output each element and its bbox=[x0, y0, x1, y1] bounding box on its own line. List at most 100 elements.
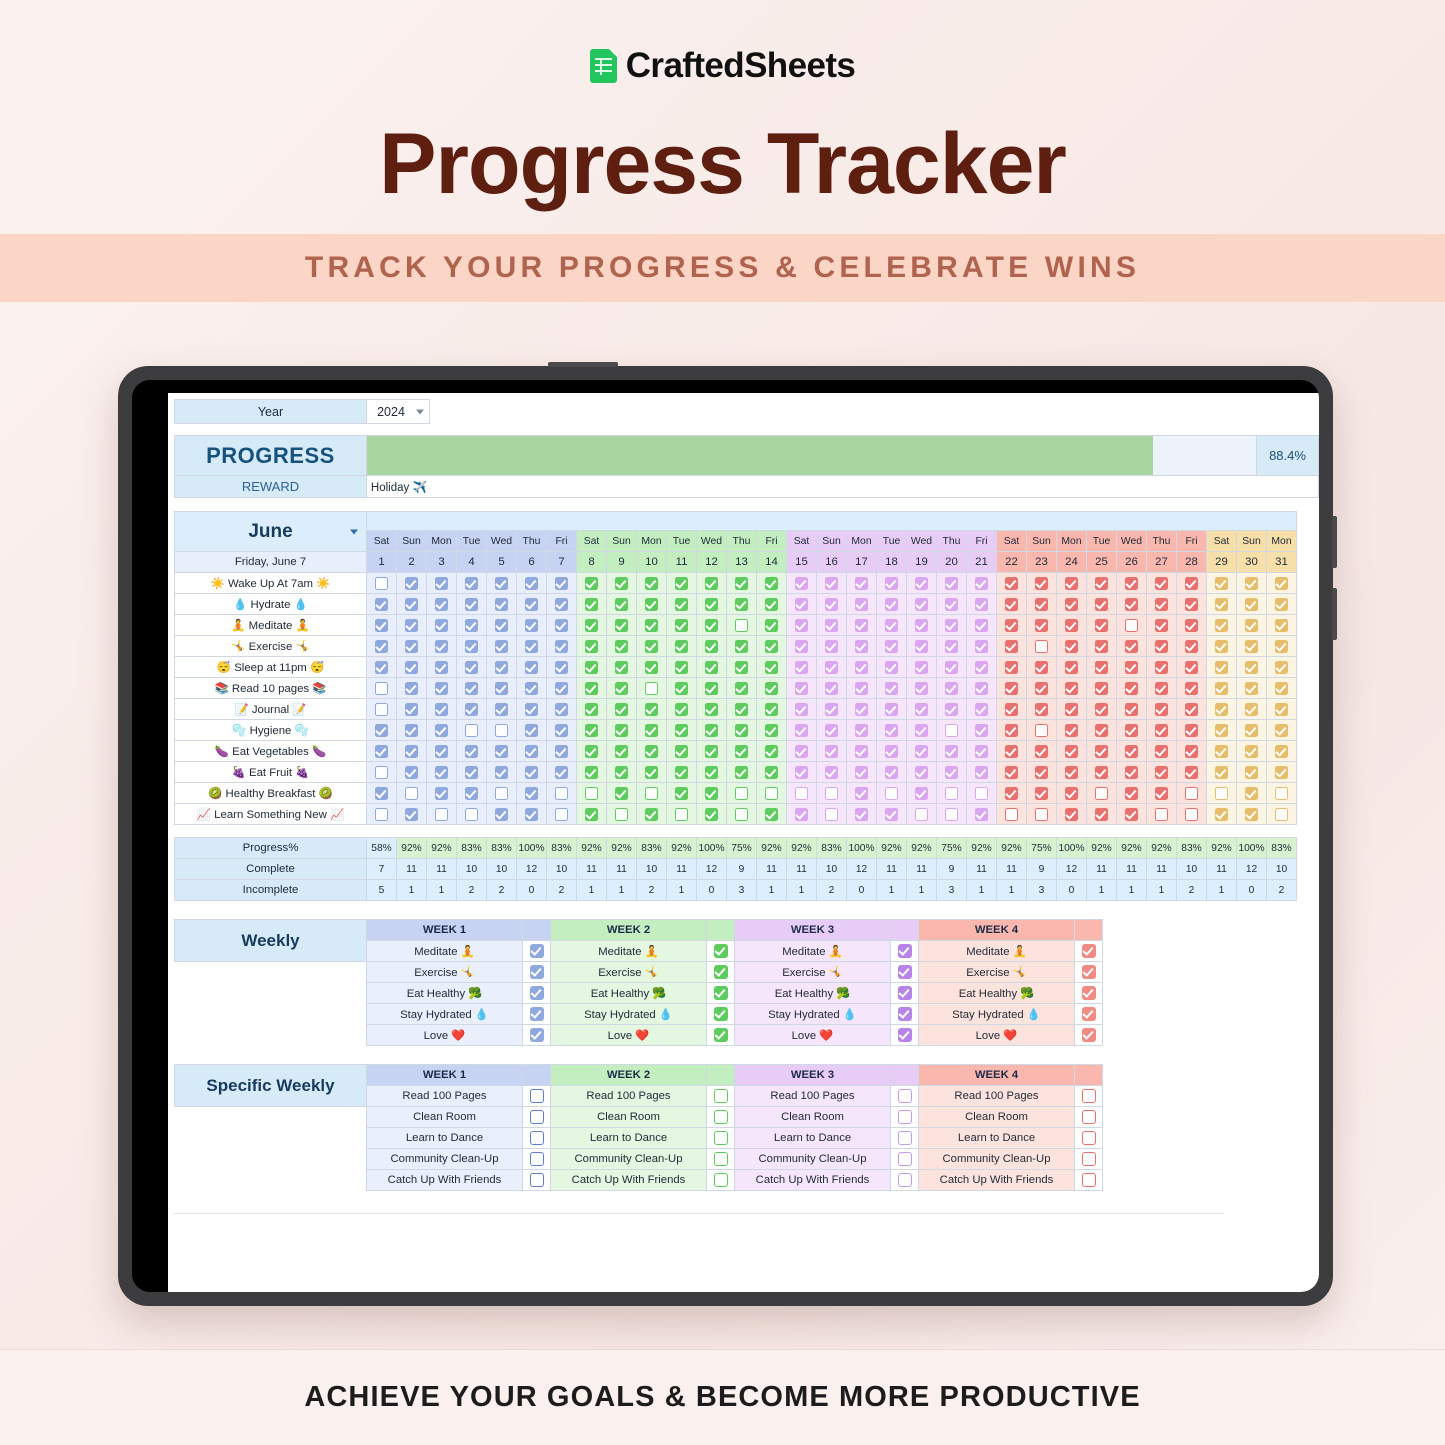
habit-checkbox-cell[interactable] bbox=[576, 677, 607, 699]
habit-checkbox-cell[interactable] bbox=[1266, 719, 1297, 741]
habit-checkbox-cell[interactable] bbox=[1116, 593, 1147, 615]
habit-checkbox-cell[interactable] bbox=[1236, 782, 1267, 804]
habit-checkbox-cell[interactable] bbox=[1176, 782, 1207, 804]
habit-checkbox-cell[interactable] bbox=[576, 635, 607, 657]
habit-checkbox-cell[interactable] bbox=[1086, 803, 1117, 825]
habit-checkbox-cell[interactable] bbox=[396, 782, 427, 804]
habit-checkbox-cell[interactable] bbox=[486, 719, 517, 741]
habit-checkbox-cell[interactable] bbox=[1026, 593, 1057, 615]
habit-checkbox-cell[interactable] bbox=[1146, 635, 1177, 657]
habit-checkbox-cell[interactable] bbox=[366, 740, 397, 762]
habit-checkbox-cell[interactable] bbox=[786, 677, 817, 699]
habit-checkbox-cell[interactable] bbox=[606, 782, 637, 804]
habit-checkbox-cell[interactable] bbox=[516, 698, 547, 720]
habit-checkbox-cell[interactable] bbox=[936, 677, 967, 699]
habit-checkbox-cell[interactable] bbox=[756, 740, 787, 762]
habit-checkbox-cell[interactable] bbox=[1236, 593, 1267, 615]
habit-checkbox-cell[interactable] bbox=[696, 761, 727, 783]
habit-checkbox-cell[interactable] bbox=[876, 761, 907, 783]
weekly-checkbox-cell[interactable] bbox=[1074, 940, 1103, 962]
habit-checkbox-cell[interactable] bbox=[756, 614, 787, 636]
habit-checkbox-cell[interactable] bbox=[816, 782, 847, 804]
habit-checkbox-cell[interactable] bbox=[1056, 614, 1087, 636]
habit-checkbox-cell[interactable] bbox=[426, 593, 457, 615]
habit-checkbox-cell[interactable] bbox=[666, 761, 697, 783]
habit-checkbox-cell[interactable] bbox=[756, 698, 787, 720]
habit-checkbox-cell[interactable] bbox=[1206, 719, 1237, 741]
habit-checkbox-cell[interactable] bbox=[906, 656, 937, 678]
habit-checkbox-cell[interactable] bbox=[696, 614, 727, 636]
habit-checkbox-cell[interactable] bbox=[1146, 593, 1177, 615]
habit-checkbox-cell[interactable] bbox=[786, 719, 817, 741]
habit-checkbox-cell[interactable] bbox=[786, 740, 817, 762]
habit-checkbox-cell[interactable] bbox=[516, 719, 547, 741]
habit-checkbox-cell[interactable] bbox=[1206, 593, 1237, 615]
habit-checkbox-cell[interactable] bbox=[906, 740, 937, 762]
habit-checkbox-cell[interactable] bbox=[1116, 761, 1147, 783]
habit-checkbox-cell[interactable] bbox=[996, 761, 1027, 783]
habit-checkbox-cell[interactable] bbox=[876, 635, 907, 657]
habit-checkbox-cell[interactable] bbox=[726, 572, 757, 594]
habit-checkbox-cell[interactable] bbox=[1146, 803, 1177, 825]
weekly-checkbox-cell[interactable] bbox=[706, 940, 735, 962]
habit-checkbox-cell[interactable] bbox=[1146, 761, 1177, 783]
habit-checkbox-cell[interactable] bbox=[1026, 740, 1057, 762]
habit-checkbox-cell[interactable] bbox=[996, 614, 1027, 636]
habit-checkbox-cell[interactable] bbox=[1116, 572, 1147, 594]
habit-checkbox-cell[interactable] bbox=[576, 698, 607, 720]
habit-checkbox-cell[interactable] bbox=[606, 572, 637, 594]
habit-checkbox-cell[interactable] bbox=[1146, 614, 1177, 636]
habit-checkbox-cell[interactable] bbox=[396, 719, 427, 741]
habit-checkbox-cell[interactable] bbox=[966, 803, 997, 825]
habit-checkbox-cell[interactable] bbox=[486, 656, 517, 678]
habit-checkbox-cell[interactable] bbox=[966, 740, 997, 762]
habit-checkbox-cell[interactable] bbox=[1176, 698, 1207, 720]
habit-checkbox-cell[interactable] bbox=[1266, 782, 1297, 804]
specific-weekly-checkbox-cell[interactable] bbox=[890, 1169, 919, 1191]
weekly-checkbox-cell[interactable] bbox=[522, 961, 551, 983]
habit-checkbox-cell[interactable] bbox=[366, 782, 397, 804]
habit-checkbox-cell[interactable] bbox=[1206, 761, 1237, 783]
habit-checkbox-cell[interactable] bbox=[366, 656, 397, 678]
month-selector[interactable]: June bbox=[174, 511, 367, 552]
habit-checkbox-cell[interactable] bbox=[1056, 782, 1087, 804]
habit-checkbox-cell[interactable] bbox=[666, 572, 697, 594]
habit-checkbox-cell[interactable] bbox=[396, 698, 427, 720]
habit-checkbox-cell[interactable] bbox=[1026, 782, 1057, 804]
habit-checkbox-cell[interactable] bbox=[786, 572, 817, 594]
habit-checkbox-cell[interactable] bbox=[1086, 572, 1117, 594]
volume-up-button[interactable] bbox=[1332, 516, 1337, 568]
habit-checkbox-cell[interactable] bbox=[456, 782, 487, 804]
habit-checkbox-cell[interactable] bbox=[996, 572, 1027, 594]
habit-checkbox-cell[interactable] bbox=[966, 614, 997, 636]
specific-weekly-checkbox-cell[interactable] bbox=[706, 1085, 735, 1107]
habit-checkbox-cell[interactable] bbox=[876, 698, 907, 720]
habit-checkbox-cell[interactable] bbox=[1116, 740, 1147, 762]
weekly-checkbox-cell[interactable] bbox=[706, 982, 735, 1004]
habit-checkbox-cell[interactable] bbox=[366, 698, 397, 720]
habit-checkbox-cell[interactable] bbox=[1206, 656, 1237, 678]
habit-checkbox-cell[interactable] bbox=[426, 677, 457, 699]
habit-checkbox-cell[interactable] bbox=[546, 698, 577, 720]
habit-checkbox-cell[interactable] bbox=[876, 593, 907, 615]
habit-checkbox-cell[interactable] bbox=[906, 782, 937, 804]
habit-checkbox-cell[interactable] bbox=[1146, 782, 1177, 804]
specific-weekly-checkbox-cell[interactable] bbox=[522, 1127, 551, 1149]
habit-checkbox-cell[interactable] bbox=[696, 719, 727, 741]
habit-checkbox-cell[interactable] bbox=[936, 614, 967, 636]
habit-checkbox-cell[interactable] bbox=[1086, 761, 1117, 783]
habit-checkbox-cell[interactable] bbox=[726, 803, 757, 825]
habit-checkbox-cell[interactable] bbox=[606, 614, 637, 636]
habit-checkbox-cell[interactable] bbox=[516, 782, 547, 804]
habit-checkbox-cell[interactable] bbox=[1176, 740, 1207, 762]
habit-checkbox-cell[interactable] bbox=[1206, 572, 1237, 594]
habit-checkbox-cell[interactable] bbox=[966, 656, 997, 678]
weekly-checkbox-cell[interactable] bbox=[522, 940, 551, 962]
habit-checkbox-cell[interactable] bbox=[726, 677, 757, 699]
specific-weekly-checkbox-cell[interactable] bbox=[1074, 1148, 1103, 1170]
habit-checkbox-cell[interactable] bbox=[1116, 677, 1147, 699]
habit-checkbox-cell[interactable] bbox=[456, 719, 487, 741]
habit-checkbox-cell[interactable] bbox=[1236, 719, 1267, 741]
habit-checkbox-cell[interactable] bbox=[966, 635, 997, 657]
habit-checkbox-cell[interactable] bbox=[456, 635, 487, 657]
